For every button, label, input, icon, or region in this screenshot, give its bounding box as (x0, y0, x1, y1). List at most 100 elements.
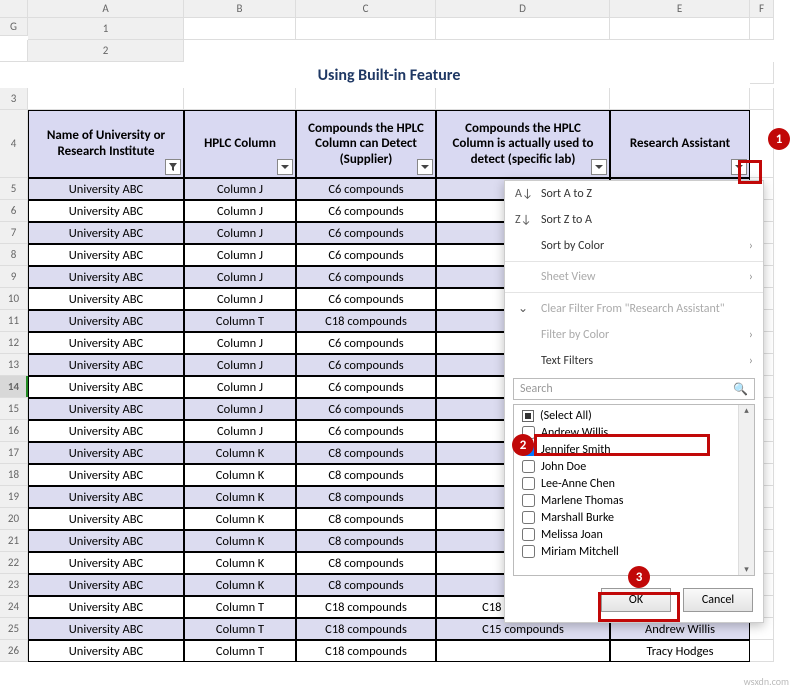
table-cell[interactable]: University ABC (28, 596, 184, 618)
table-cell[interactable]: Column J (184, 288, 296, 310)
table-cell[interactable]: University ABC (28, 200, 184, 222)
row-header[interactable]: 20 (0, 508, 28, 530)
table-cell[interactable]: University ABC (28, 530, 184, 552)
table-cell[interactable]: C8 compounds (296, 552, 436, 574)
row-header[interactable]: 24 (0, 596, 28, 618)
filter-checkbox-item[interactable]: (Select All) (514, 407, 754, 424)
filter-checkbox-item[interactable]: Marlene Thomas (514, 492, 754, 509)
filter-dropdown-button[interactable] (417, 159, 433, 175)
row-header[interactable]: 23 (0, 574, 28, 596)
table-cell[interactable]: Column K (184, 552, 296, 574)
col-header[interactable]: D (436, 0, 610, 18)
col-header[interactable]: G (0, 18, 28, 36)
row-header[interactable]: 6 (0, 200, 28, 222)
table-cell[interactable]: University ABC (28, 376, 184, 398)
table-cell[interactable]: University ABC (28, 464, 184, 486)
col-header[interactable]: A (28, 0, 184, 18)
table-cell[interactable]: C6 compounds (296, 354, 436, 376)
table-cell[interactable]: C6 compounds (296, 420, 436, 442)
row-header[interactable]: 21 (0, 530, 28, 552)
filter-search-input[interactable]: Search🔍 (513, 378, 755, 400)
filter-dropdown-button[interactable] (591, 159, 607, 175)
table-cell[interactable]: University ABC (28, 618, 184, 640)
table-cell[interactable]: Column J (184, 178, 296, 200)
table-cell[interactable]: C6 compounds (296, 178, 436, 200)
col-header[interactable]: C (296, 0, 436, 18)
filter-dropdown-button[interactable] (165, 159, 181, 175)
row-header[interactable]: 14 (0, 376, 28, 398)
row-header[interactable]: 26 (0, 640, 28, 662)
sort-za[interactable]: Z↓Sort Z to A (505, 207, 763, 233)
table-cell[interactable]: C8 compounds (296, 486, 436, 508)
table-cell[interactable]: Column J (184, 200, 296, 222)
row-header[interactable]: 10 (0, 288, 28, 310)
table-cell[interactable]: University ABC (28, 310, 184, 332)
text-filters[interactable]: Text Filters› (505, 348, 763, 374)
col-header[interactable]: F (750, 0, 774, 18)
table-cell[interactable]: C8 compounds (296, 442, 436, 464)
table-cell[interactable]: Column J (184, 354, 296, 376)
row-header[interactable]: 1 (28, 18, 184, 40)
table-cell[interactable]: Column J (184, 222, 296, 244)
col-header[interactable]: E (610, 0, 750, 18)
row-header[interactable]: 13 (0, 354, 28, 376)
filter-checkbox-item[interactable]: Miriam Mitchell (514, 543, 754, 560)
scrollbar[interactable] (738, 405, 754, 575)
table-cell[interactable]: University ABC (28, 266, 184, 288)
table-cell[interactable]: University ABC (28, 222, 184, 244)
table-cell[interactable]: C8 compounds (296, 508, 436, 530)
table-cell[interactable]: Column K (184, 442, 296, 464)
table-cell[interactable]: University ABC (28, 442, 184, 464)
row-header[interactable]: 8 (0, 244, 28, 266)
table-cell[interactable]: C6 compounds (296, 398, 436, 420)
cancel-button[interactable]: Cancel (683, 588, 753, 612)
table-cell[interactable]: Column J (184, 332, 296, 354)
table-cell[interactable]: C6 compounds (296, 376, 436, 398)
table-cell[interactable]: University ABC (28, 640, 184, 662)
sort-by-color[interactable]: Sort by Color› (505, 233, 763, 259)
row-header[interactable]: 2 (28, 40, 184, 62)
row-header[interactable]: 16 (0, 420, 28, 442)
table-cell[interactable]: C6 compounds (296, 332, 436, 354)
sort-az[interactable]: A↓Sort A to Z (505, 181, 763, 207)
table-cell[interactable]: University ABC (28, 486, 184, 508)
filter-dropdown-button[interactable] (277, 159, 293, 175)
table-cell[interactable]: Column T (184, 640, 296, 662)
table-cell[interactable]: Column T (184, 618, 296, 640)
table-cell[interactable]: C6 compounds (296, 200, 436, 222)
table-cell[interactable]: University ABC (28, 552, 184, 574)
table-cell[interactable]: University ABC (28, 574, 184, 596)
table-cell[interactable]: University ABC (28, 288, 184, 310)
table-cell[interactable]: Column J (184, 420, 296, 442)
table-cell[interactable]: C18 compounds (296, 640, 436, 662)
filter-checkbox-item[interactable]: Lee-Anne Chen (514, 475, 754, 492)
table-cell[interactable]: Column J (184, 266, 296, 288)
table-cell[interactable]: University ABC (28, 178, 184, 200)
row-header[interactable]: 17 (0, 442, 28, 464)
row-header[interactable]: 4 (0, 110, 28, 178)
table-cell[interactable]: C6 compounds (296, 266, 436, 288)
filter-checkbox-item[interactable]: Marshall Burke (514, 509, 754, 526)
row-header[interactable]: 3 (0, 88, 28, 110)
table-cell[interactable]: Column K (184, 486, 296, 508)
filter-checkbox-item[interactable]: Melissa Joan (514, 526, 754, 543)
row-header[interactable]: 22 (0, 552, 28, 574)
table-cell[interactable]: C18 compounds (296, 618, 436, 640)
table-cell[interactable]: C6 compounds (296, 244, 436, 266)
table-cell[interactable]: University ABC (28, 398, 184, 420)
table-cell[interactable]: Column J (184, 398, 296, 420)
table-cell[interactable]: Column J (184, 376, 296, 398)
filter-checkbox-item[interactable]: John Doe (514, 458, 754, 475)
table-cell[interactable]: University ABC (28, 508, 184, 530)
table-cell[interactable]: C18 compounds (296, 596, 436, 618)
table-cell[interactable]: University ABC (28, 420, 184, 442)
table-cell[interactable] (436, 640, 610, 662)
table-cell[interactable]: Column K (184, 508, 296, 530)
row-header[interactable]: 12 (0, 332, 28, 354)
table-cell[interactable]: Column K (184, 464, 296, 486)
table-cell[interactable]: Column K (184, 530, 296, 552)
table-cell[interactable]: University ABC (28, 244, 184, 266)
row-header[interactable]: 11 (0, 310, 28, 332)
table-cell[interactable]: Column T (184, 596, 296, 618)
row-header[interactable]: 18 (0, 464, 28, 486)
